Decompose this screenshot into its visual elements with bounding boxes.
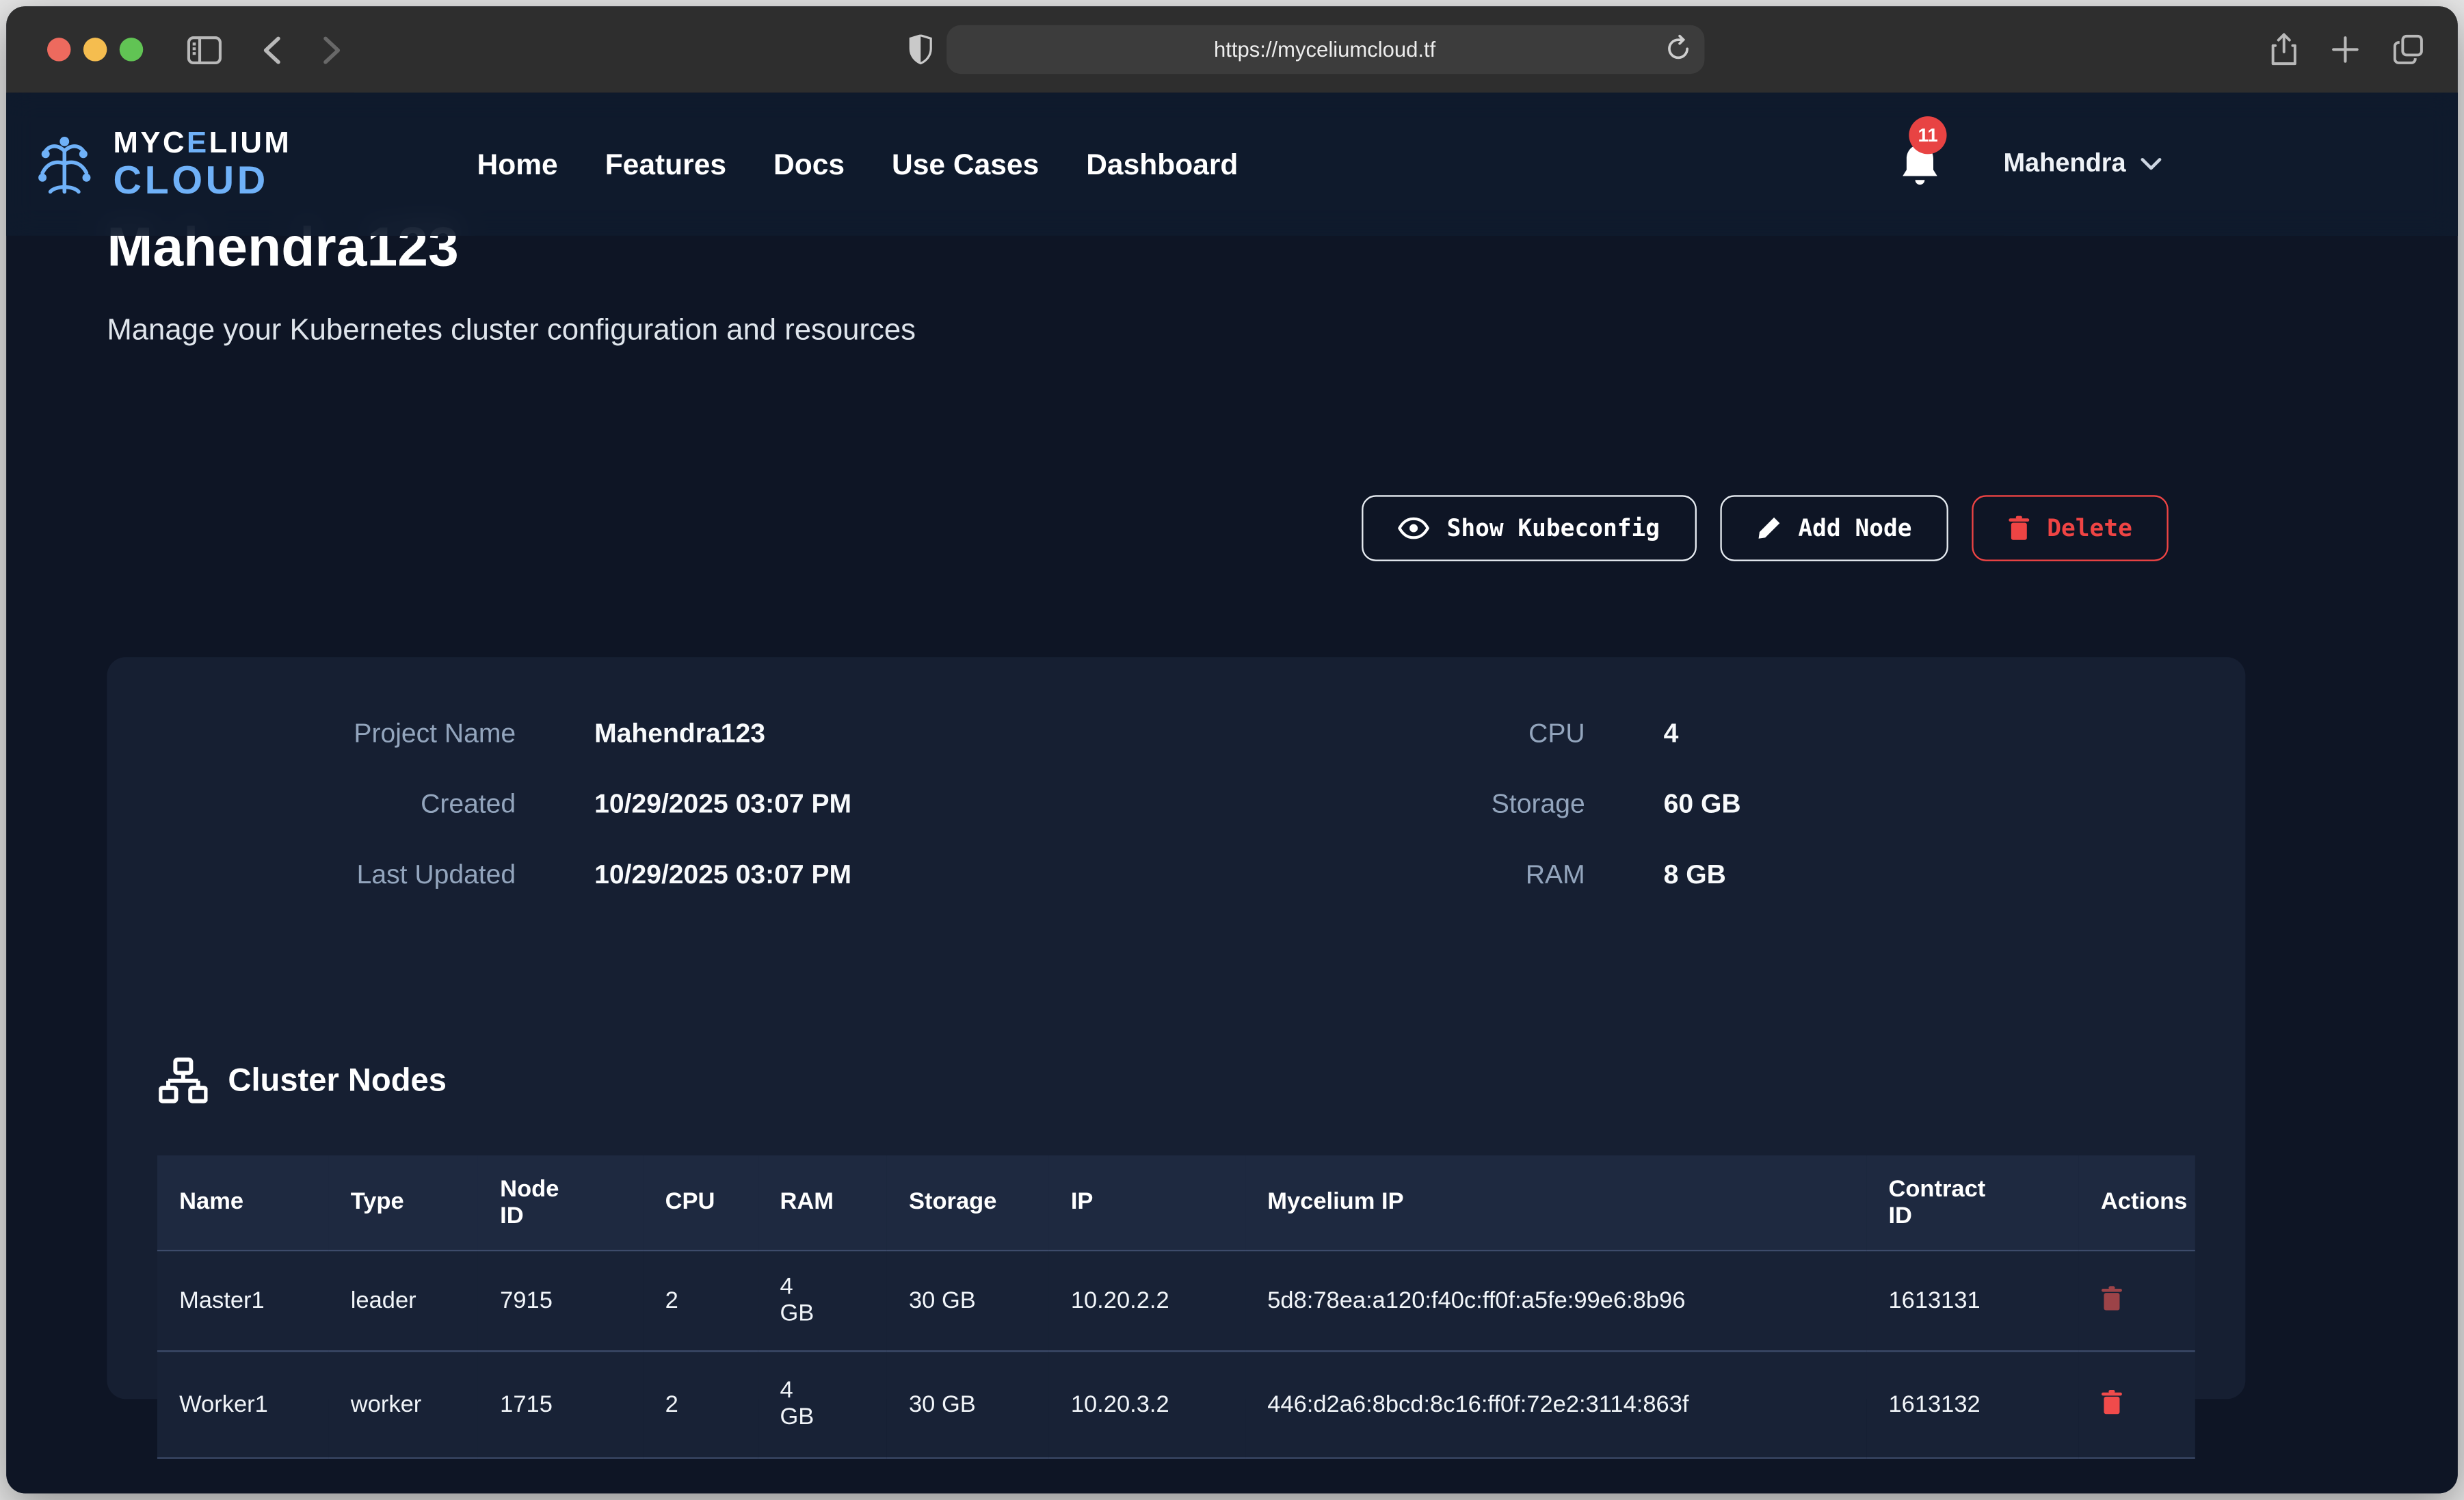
col-cpu: CPU [643,1155,758,1250]
delete-node-button[interactable] [2101,1389,2123,1419]
address-bar[interactable]: https://myceliumcloud.tf [946,25,1704,74]
storage-value: 60 GB [1664,788,2246,820]
col-ip: IP [1049,1155,1245,1250]
ram-value: 8 GB [1664,859,2246,891]
cluster-actions: Show Kubeconfig Add Node Delete [107,495,2168,561]
cell-storage: 30 GB [887,1350,1049,1457]
nav-use-cases[interactable]: Use Cases [892,147,1039,182]
notification-count-badge: 11 [1909,116,1946,153]
cell-ip: 10.20.2.2 [1049,1250,1245,1350]
show-kubeconfig-button[interactable]: Show Kubeconfig [1362,495,1696,561]
created-value: 10/29/2025 03:07 PM [594,788,1176,820]
cell-node-id: 1715 [478,1350,643,1457]
col-ram: RAM [758,1155,887,1250]
cell-contract-id: 1613132 [1866,1350,2078,1457]
trash-icon [2101,1285,2123,1311]
ram-label: RAM [1176,859,1585,891]
page-content: Mahendra123 Manage your Kubernetes clust… [6,93,2458,1494]
traffic-lights [47,38,143,61]
nav-dashboard[interactable]: Dashboard [1086,147,1238,182]
col-node-id: Node ID [478,1155,643,1250]
mycelium-cloud-logo[interactable]: MYCELIUM CLOUD [28,128,291,200]
col-name: Name [157,1155,329,1250]
cpu-label: CPU [1176,718,1585,749]
cell-node-id: 7915 [478,1250,643,1350]
last-updated-label: Last Updated [107,859,516,891]
cluster-nodes-title: Cluster Nodes [228,1062,447,1099]
cluster-nodes-table: Name Type Node ID CPU RAM Storage IP Myc… [157,1155,2195,1458]
col-actions: Actions [2079,1155,2195,1250]
nav-home[interactable]: Home [477,147,558,182]
storage-label: Storage [1176,788,1585,820]
network-nodes-icon [159,1056,207,1105]
cell-type: worker [329,1350,478,1457]
delete-cluster-button[interactable]: Delete [1972,495,2169,561]
url-text: https://myceliumcloud.tf [1214,38,1435,61]
project-name-label: Project Name [107,718,516,749]
created-label: Created [107,788,516,820]
privacy-shield-icon[interactable] [908,35,931,65]
minimize-window-button[interactable] [83,38,107,61]
last-updated-value: 10/29/2025 03:07 PM [594,859,1176,891]
table-row: Worker1 worker 1715 2 4 GB 30 GB 10.20.3… [157,1350,2195,1457]
cell-ram: 4 GB [758,1250,887,1350]
share-icon[interactable] [2270,33,2297,66]
trash-icon [2101,1389,2123,1414]
col-storage: Storage [887,1155,1049,1250]
logo-line1: MYCELIUM [114,128,292,158]
trash-icon [2008,515,2030,541]
pencil-icon [1756,515,1781,541]
main-nav: Home Features Docs Use Cases Dashboard [477,147,1238,182]
browser-window: https://myceliumcloud.tf [6,6,2458,1493]
cell-ip: 10.20.3.2 [1049,1350,1245,1457]
cell-ram: 4 GB [758,1350,887,1457]
cell-name: Master1 [157,1250,329,1350]
col-type: Type [329,1155,478,1250]
page-subtitle: Manage your Kubernetes cluster configura… [107,314,916,349]
col-mycelium-ip: Mycelium IP [1245,1155,1866,1250]
project-name-value: Mahendra123 [594,718,1176,749]
cluster-overview: Project Name Mahendra123 Created 10/29/2… [107,657,2245,910]
logo-line2: CLOUD [114,161,292,200]
back-icon[interactable] [263,36,282,64]
reload-icon[interactable] [1666,35,1689,62]
zoom-window-button[interactable] [120,38,143,61]
site-header: MYCELIUM CLOUD Home Features Docs Use Ca… [6,93,2458,236]
table-header-row: Name Type Node ID CPU RAM Storage IP Myc… [157,1155,2195,1250]
delete-node-button[interactable] [2101,1285,2123,1315]
tab-overview-icon[interactable] [2394,33,2424,66]
cell-cpu: 2 [643,1250,758,1350]
cell-storage: 30 GB [887,1250,1049,1350]
chevron-down-icon [2140,157,2162,172]
cell-contract-id: 1613131 [1866,1250,2078,1350]
cluster-overview-card: Project Name Mahendra123 Created 10/29/2… [107,657,2245,1399]
forward-icon[interactable] [322,36,341,64]
col-contract-id: Contract ID [1866,1155,2078,1250]
cell-mycelium-ip: 446:d2a6:8bcd:8c16:ff0f:72e2:3114:863f [1245,1350,1866,1457]
cpu-value: 4 [1664,718,2246,749]
close-window-button[interactable] [47,38,70,61]
notifications-button[interactable]: 11 [1900,141,1941,188]
user-name: Mahendra [2003,149,2125,179]
table-row: Master1 leader 7915 2 4 GB 30 GB 10.20.2… [157,1250,2195,1350]
cell-mycelium-ip: 5d8:78ea:a120:f40c:ff0f:a5fe:99e6:8b96 [1245,1250,1866,1350]
user-menu[interactable]: Mahendra [2003,149,2162,179]
cluster-nodes-heading: Cluster Nodes [159,1056,447,1105]
add-node-button[interactable]: Add Node [1719,495,1948,561]
mycelium-tree-icon [28,128,101,200]
cell-cpu: 2 [643,1350,758,1457]
cell-actions [2079,1250,2195,1350]
page-viewport: Mahendra123 Manage your Kubernetes clust… [6,93,2458,1494]
cell-type: leader [329,1250,478,1350]
nav-features[interactable]: Features [605,147,726,182]
nav-docs[interactable]: Docs [773,147,845,182]
browser-toolbar: https://myceliumcloud.tf [6,6,2458,92]
screen: https://myceliumcloud.tf [0,0,2464,1500]
eye-icon [1398,517,1429,539]
cell-name: Worker1 [157,1350,329,1457]
sidebar-toggle-icon[interactable] [187,36,222,64]
cell-actions [2079,1350,2195,1457]
new-tab-icon[interactable] [2332,33,2359,66]
